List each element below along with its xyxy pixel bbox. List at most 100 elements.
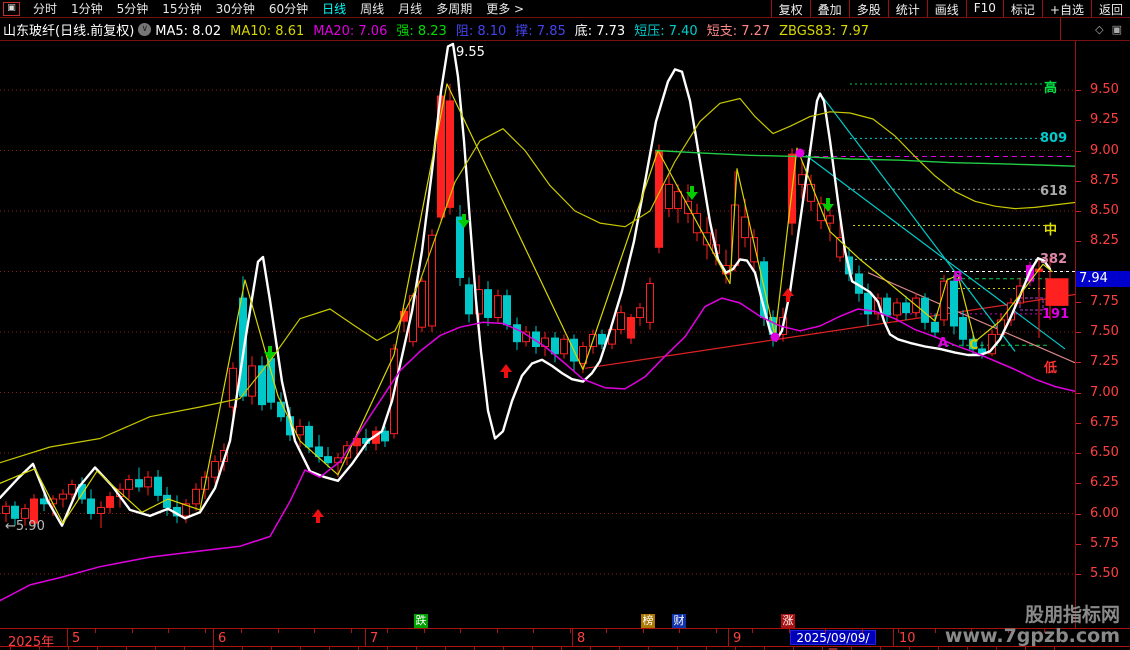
candle[interactable]	[466, 278, 473, 323]
period-tab-4[interactable]: 15分钟	[155, 0, 208, 17]
period-tab-10[interactable]: 多周期	[429, 0, 479, 17]
candle[interactable]	[174, 495, 181, 523]
candle[interactable]	[429, 229, 436, 332]
action-button-3[interactable]: 多股	[849, 0, 889, 17]
candle[interactable]	[183, 499, 190, 523]
candle[interactable]	[193, 483, 200, 511]
window-icon[interactable]: ▣	[3, 2, 20, 16]
candle[interactable]	[618, 305, 625, 334]
bottom-tick	[503, 646, 504, 650]
candle[interactable]	[808, 175, 815, 211]
period-tab-5[interactable]: 30分钟	[209, 0, 262, 17]
bottom-tick	[648, 646, 649, 650]
indicator-infobar: 山东玻纤(日线.前复权) ∨ MA5: 8.02MA10: 8.61MA20: …	[0, 18, 1130, 40]
candle[interactable]	[145, 471, 152, 495]
candle[interactable]	[884, 293, 891, 322]
period-tab-2[interactable]: 1分钟	[64, 0, 110, 17]
hot-badge-财[interactable]: 财	[672, 614, 686, 628]
action-button-9[interactable]: 返回	[1091, 0, 1130, 17]
hot-badge-榜[interactable]: 榜	[641, 614, 655, 628]
bottom-tick	[938, 646, 939, 650]
indicator-value-4: 强: 8.23	[396, 24, 446, 39]
month-separator	[67, 629, 68, 646]
candle[interactable]	[126, 475, 133, 499]
candle[interactable]	[514, 317, 521, 350]
bottom-tick	[851, 646, 852, 650]
candle[interactable]	[647, 278, 654, 330]
candle[interactable]	[932, 314, 939, 338]
candle[interactable]	[136, 468, 143, 492]
candle[interactable]	[259, 356, 266, 410]
dropdown-icon[interactable]: ∨	[138, 23, 151, 36]
candle[interactable]	[485, 281, 492, 326]
axis-tick	[1076, 181, 1081, 182]
candle[interactable]	[107, 492, 114, 514]
candle[interactable]	[88, 489, 95, 519]
candle[interactable]	[60, 489, 67, 507]
period-tab-7[interactable]: 日线	[315, 0, 353, 17]
bottom-tick	[358, 646, 359, 650]
candle[interactable]	[628, 314, 635, 344]
indicator-value-1: MA5: 8.02	[155, 24, 221, 39]
period-tab-11[interactable]: 更多 >	[479, 0, 531, 17]
candle[interactable]	[732, 171, 739, 271]
bottom-tick	[155, 646, 156, 650]
candle[interactable]	[666, 175, 673, 217]
axis-price-label: 6.00	[1090, 506, 1119, 521]
axis-price-label: 8.25	[1090, 233, 1119, 248]
candle[interactable]	[401, 308, 408, 332]
candle[interactable]	[495, 290, 502, 323]
month-separator	[213, 629, 214, 646]
action-button-6[interactable]: F10	[966, 0, 1004, 17]
candlestick-chart-canvas[interactable]: ABC	[0, 41, 1075, 629]
axis-tick	[1076, 453, 1081, 454]
bottom-tick	[213, 646, 214, 650]
candle[interactable]	[751, 229, 758, 271]
action-button-1[interactable]: 复权	[771, 0, 811, 17]
action-button-4[interactable]: 统计	[888, 0, 928, 17]
bottom-tick	[706, 646, 707, 650]
wave-letter-label: C	[969, 338, 979, 353]
buy-arrow-icon	[782, 288, 794, 302]
month-separator	[893, 629, 894, 646]
candle[interactable]	[155, 470, 162, 501]
candle[interactable]	[637, 303, 644, 326]
diamond-icon[interactable]: ◇	[1095, 23, 1103, 36]
axis-tick	[1076, 393, 1081, 394]
bottom-tick	[590, 646, 591, 650]
buy-arrow-icon	[500, 364, 512, 378]
candle[interactable]	[571, 334, 578, 370]
bottom-tick	[735, 646, 736, 650]
price-annotation: ←5.90	[5, 519, 45, 534]
axis-tick	[1076, 332, 1081, 333]
bottom-tick	[880, 646, 881, 650]
hot-badge-涨[interactable]: 涨	[781, 614, 795, 628]
action-button-5[interactable]: 画线	[927, 0, 967, 17]
candle[interactable]	[98, 501, 105, 528]
hot-badge-跌[interactable]: 跌	[414, 614, 428, 628]
candle[interactable]	[419, 278, 426, 332]
axis-price-label: 9.00	[1090, 143, 1119, 158]
period-tab-8[interactable]: 周线	[353, 0, 391, 17]
action-button-7[interactable]: 标记	[1003, 0, 1043, 17]
indicator-value-2: MA10: 8.61	[230, 24, 304, 39]
indicator-value-7: 底: 7.73	[575, 24, 625, 39]
week-tick	[497, 629, 498, 633]
axis-price-label: 5.75	[1090, 536, 1119, 551]
action-button-8[interactable]: +自选	[1042, 0, 1092, 17]
action-button-2[interactable]: 叠加	[810, 0, 850, 17]
period-tab-1[interactable]: 分时	[26, 0, 64, 17]
candle[interactable]	[675, 184, 682, 223]
period-tab-3[interactable]: 5分钟	[110, 0, 156, 17]
week-tick	[241, 629, 242, 633]
bottom-tick	[97, 646, 98, 650]
week-tick	[679, 629, 680, 633]
candle[interactable]	[1036, 259, 1043, 338]
indicator-value-5: 阻: 8.10	[456, 24, 506, 39]
period-tab-6[interactable]: 60分钟	[262, 0, 315, 17]
month-separator	[572, 629, 573, 646]
layout-icon[interactable]: ▣	[1112, 23, 1122, 36]
period-tab-9[interactable]: 月线	[391, 0, 429, 17]
candle[interactable]	[561, 334, 568, 358]
watermark-line1: 股朋指标网	[945, 605, 1120, 626]
